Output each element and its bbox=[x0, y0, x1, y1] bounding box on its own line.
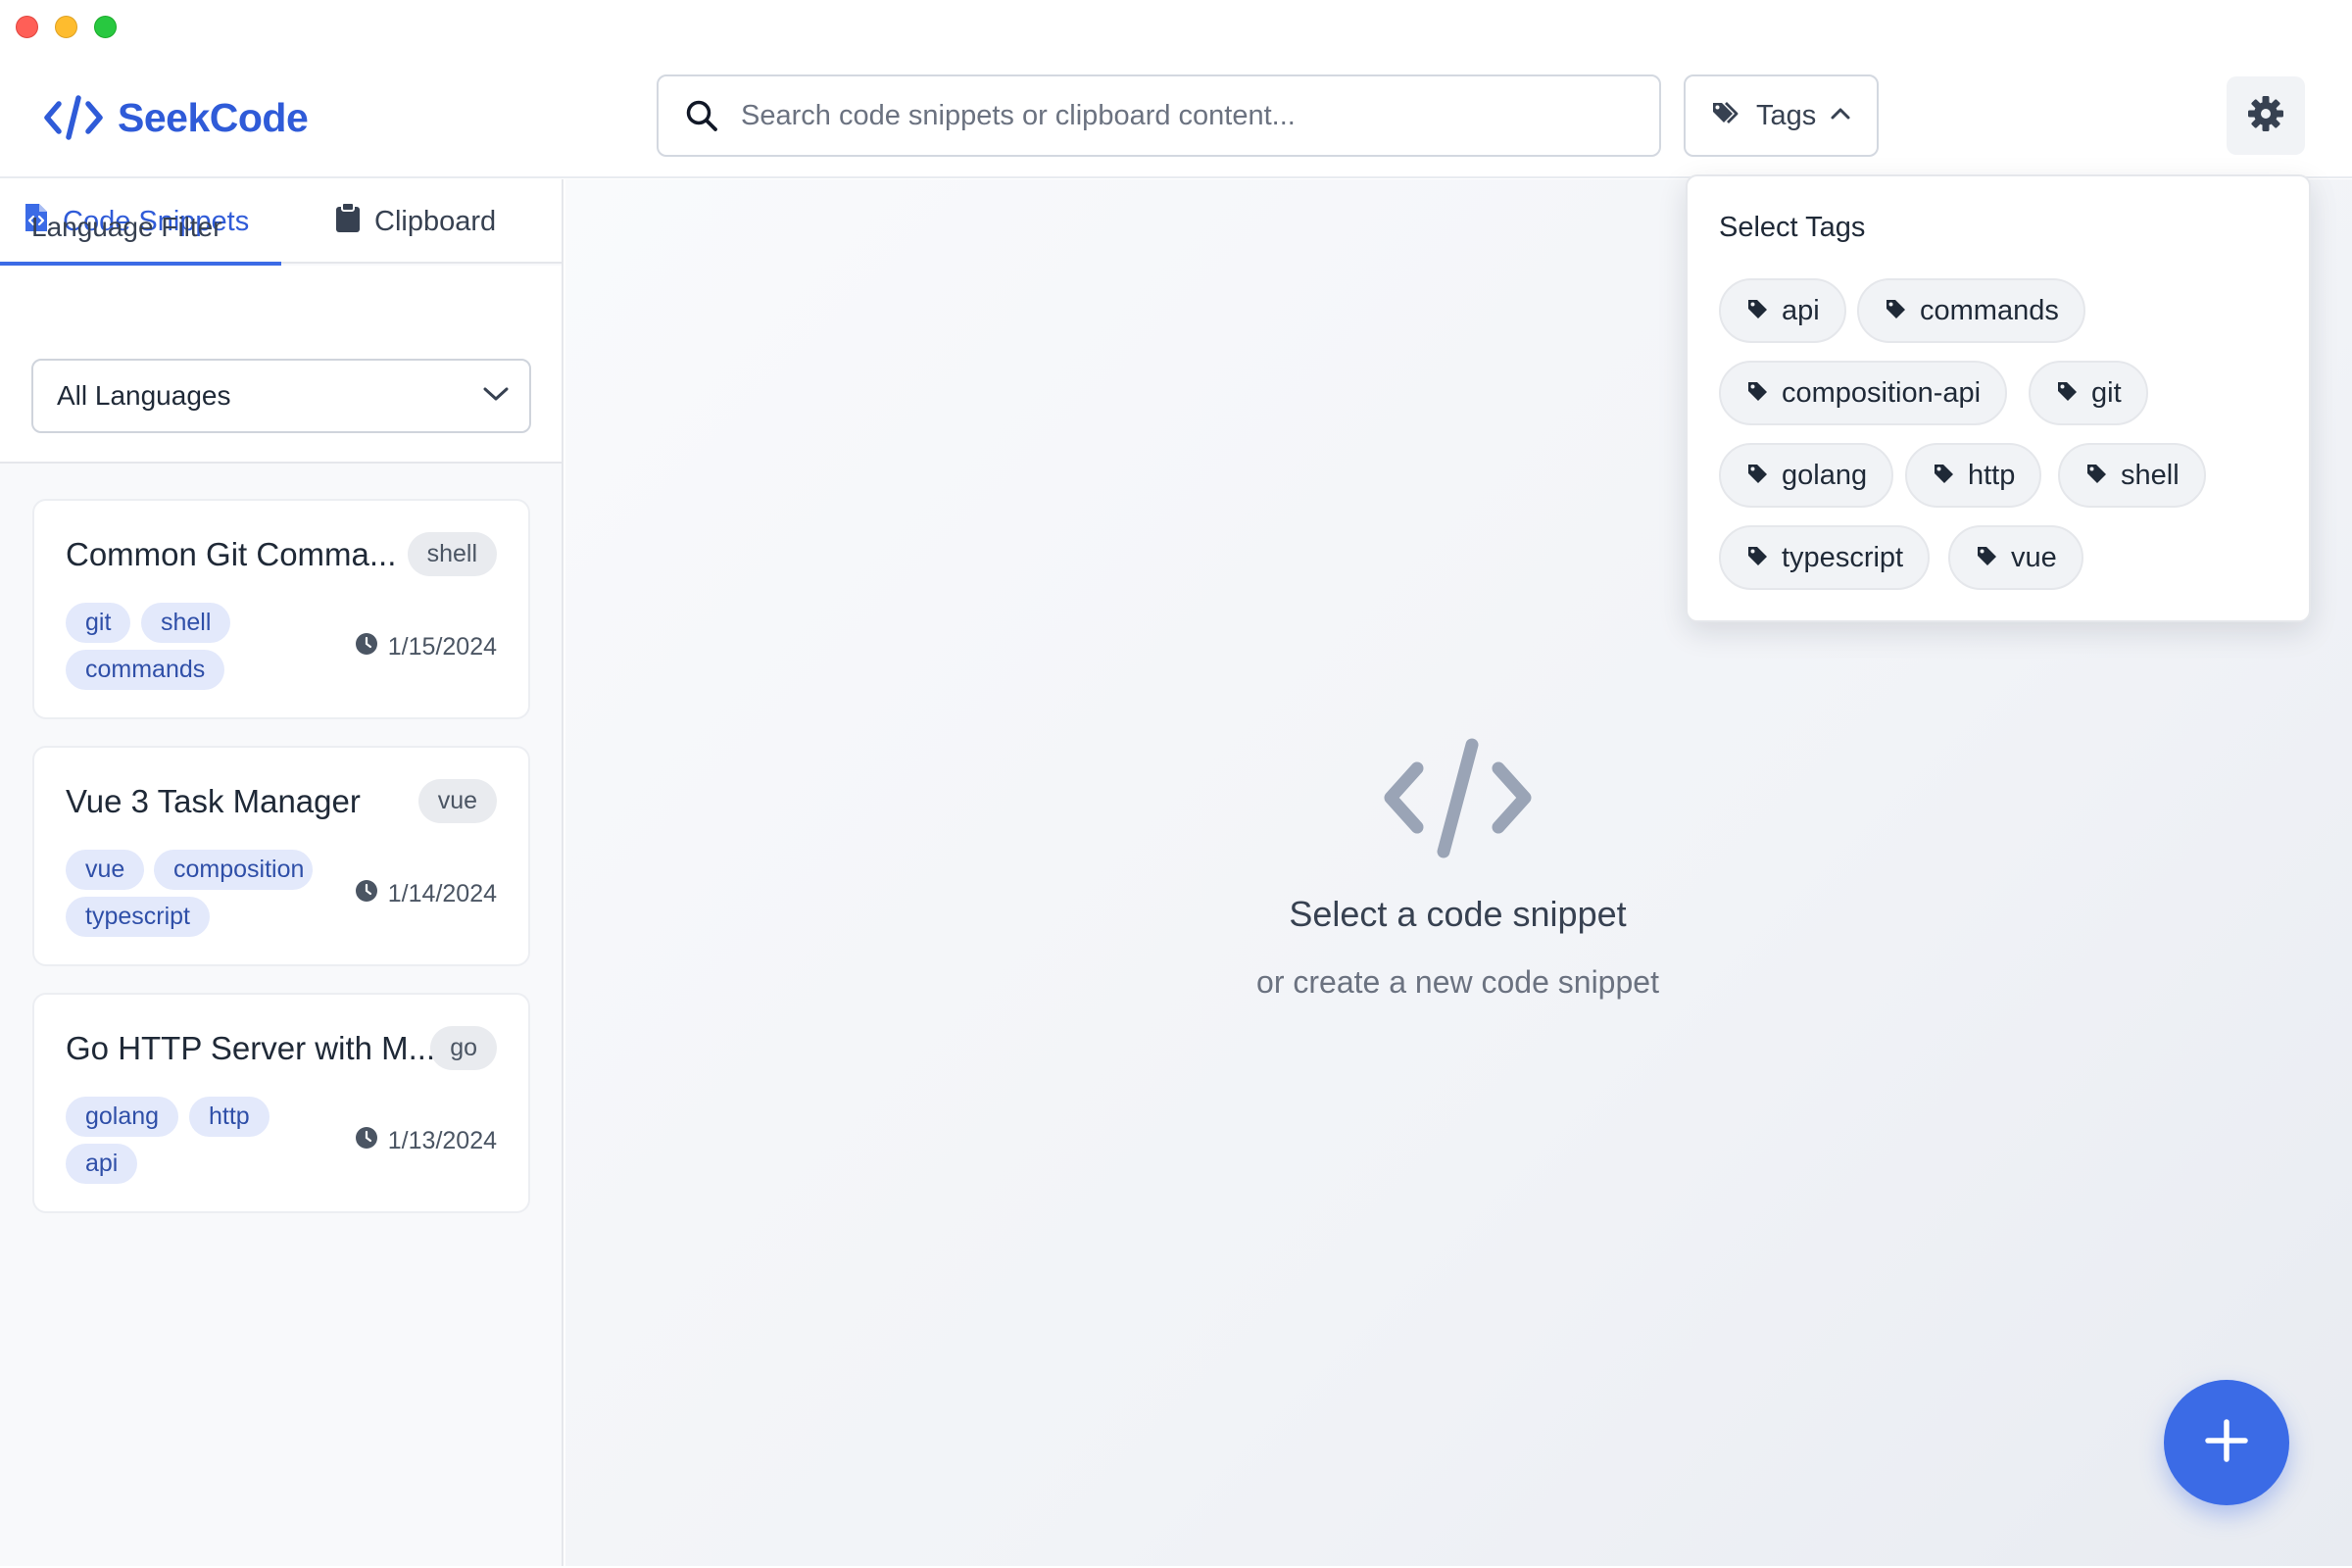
snippet-date-text: 1/13/2024 bbox=[387, 1127, 497, 1154]
snippet-tag: composition bbox=[154, 850, 313, 890]
empty-state-subtitle: or create a new code snippet bbox=[1256, 964, 1659, 1000]
app-logo: SeekCode bbox=[43, 94, 309, 141]
tag-icon bbox=[2056, 377, 2078, 410]
plus-icon bbox=[2204, 1418, 2249, 1468]
app-name: SeekCode bbox=[118, 94, 309, 140]
snippet-tag: api bbox=[66, 1144, 138, 1184]
tag-option-http[interactable]: http bbox=[1905, 443, 2042, 508]
code-icon bbox=[1382, 737, 1534, 864]
tab-clipboard[interactable]: Clipboard bbox=[335, 179, 496, 264]
tag-label: vue bbox=[2011, 541, 2057, 573]
search-icon bbox=[682, 96, 721, 135]
clock-icon bbox=[355, 879, 378, 909]
tag-icon bbox=[1885, 295, 1906, 327]
snippet-tag: vue bbox=[66, 850, 145, 890]
tag-label: typescript bbox=[1782, 541, 1904, 573]
window-close-button[interactable] bbox=[16, 16, 38, 38]
snippet-title: Vue 3 Task Manager bbox=[66, 783, 361, 819]
chevron-up-icon bbox=[1830, 107, 1851, 125]
tags-icon bbox=[1711, 100, 1742, 132]
tag-icon bbox=[1976, 542, 1997, 574]
window-maximize-button[interactable] bbox=[94, 16, 117, 38]
tag-icon bbox=[2085, 460, 2107, 492]
tags-dropdown-heading: Select Tags bbox=[1719, 212, 1866, 243]
snippet-tag: golang bbox=[66, 1097, 179, 1137]
code-brackets-icon bbox=[43, 94, 104, 141]
snippet-date-text: 1/15/2024 bbox=[387, 633, 497, 661]
tag-option-composition-api[interactable]: composition-api bbox=[1719, 361, 2008, 425]
tag-label: golang bbox=[1782, 459, 1868, 491]
window-minimize-button[interactable] bbox=[55, 16, 77, 38]
snippet-date: 1/13/2024 bbox=[355, 1126, 497, 1156]
snippet-title: Go HTTP Server with M... bbox=[66, 1030, 436, 1066]
snippet-tag: http bbox=[189, 1097, 270, 1137]
clock-icon bbox=[355, 1126, 378, 1156]
snippet-tag: commands bbox=[66, 650, 225, 690]
tab-label: Clipboard bbox=[374, 205, 497, 237]
tag-option-golang[interactable]: golang bbox=[1719, 443, 1894, 508]
snippet-title: Common Git Comma... bbox=[66, 536, 397, 572]
window-titlebar bbox=[0, 0, 2352, 53]
tag-icon bbox=[1933, 460, 1954, 492]
app-header: SeekCode Tags bbox=[0, 53, 2352, 178]
clock-icon bbox=[355, 632, 378, 662]
tag-label: commands bbox=[1920, 294, 2059, 326]
snippet-tag: shell bbox=[141, 603, 231, 643]
snippet-card[interactable]: Common Git Comma... shell git shell comm… bbox=[32, 499, 530, 719]
tag-label: http bbox=[1968, 459, 2016, 491]
snippet-card[interactable]: Go HTTP Server with M... go golang http … bbox=[32, 993, 530, 1213]
snippet-date-text: 1/14/2024 bbox=[387, 880, 497, 907]
snippet-tag: git bbox=[66, 603, 131, 643]
tags-dropdown: Select Tags api commands composition-api… bbox=[1686, 174, 2311, 622]
tag-option-vue[interactable]: vue bbox=[1948, 525, 2083, 590]
snippet-language-badge: shell bbox=[407, 532, 497, 576]
tag-label: git bbox=[2091, 376, 2122, 409]
tag-option-api[interactable]: api bbox=[1719, 278, 1846, 343]
add-snippet-button[interactable] bbox=[2164, 1380, 2289, 1505]
gear-icon bbox=[2247, 95, 2284, 137]
tags-filter-button[interactable]: Tags bbox=[1684, 74, 1879, 157]
tag-option-commands[interactable]: commands bbox=[1857, 278, 2085, 343]
snippet-date: 1/14/2024 bbox=[355, 879, 497, 909]
tag-label: api bbox=[1782, 294, 1820, 326]
empty-state-title: Select a code snippet bbox=[1289, 894, 1627, 934]
language-filter-label: Language Filter bbox=[31, 212, 222, 242]
search-input[interactable] bbox=[741, 99, 1623, 132]
tag-option-shell[interactable]: shell bbox=[2058, 443, 2206, 508]
search-bar[interactable] bbox=[657, 74, 1661, 157]
clipboard-icon bbox=[335, 202, 361, 241]
snippet-tag: typescript bbox=[66, 897, 210, 937]
tag-label: shell bbox=[2121, 459, 2180, 491]
tag-label: composition-api bbox=[1782, 376, 1982, 409]
tag-icon bbox=[1746, 295, 1768, 327]
chevron-down-icon bbox=[482, 386, 510, 407]
tags-button-label: Tags bbox=[1756, 99, 1817, 131]
tag-icon bbox=[1746, 377, 1768, 410]
snippet-language-badge: vue bbox=[417, 779, 497, 823]
snippet-card[interactable]: Vue 3 Task Manager vue vue composition t… bbox=[32, 746, 530, 966]
tag-option-git[interactable]: git bbox=[2029, 361, 2148, 425]
snippet-language-badge: go bbox=[430, 1026, 497, 1070]
tag-icon bbox=[1746, 542, 1768, 574]
tag-icon bbox=[1746, 460, 1768, 492]
snippet-date: 1/15/2024 bbox=[355, 632, 497, 662]
language-filter-select[interactable]: All Languages bbox=[31, 359, 531, 433]
tag-option-typescript[interactable]: typescript bbox=[1719, 525, 1931, 590]
language-filter-value: All Languages bbox=[57, 380, 231, 411]
settings-button[interactable] bbox=[2227, 76, 2305, 155]
